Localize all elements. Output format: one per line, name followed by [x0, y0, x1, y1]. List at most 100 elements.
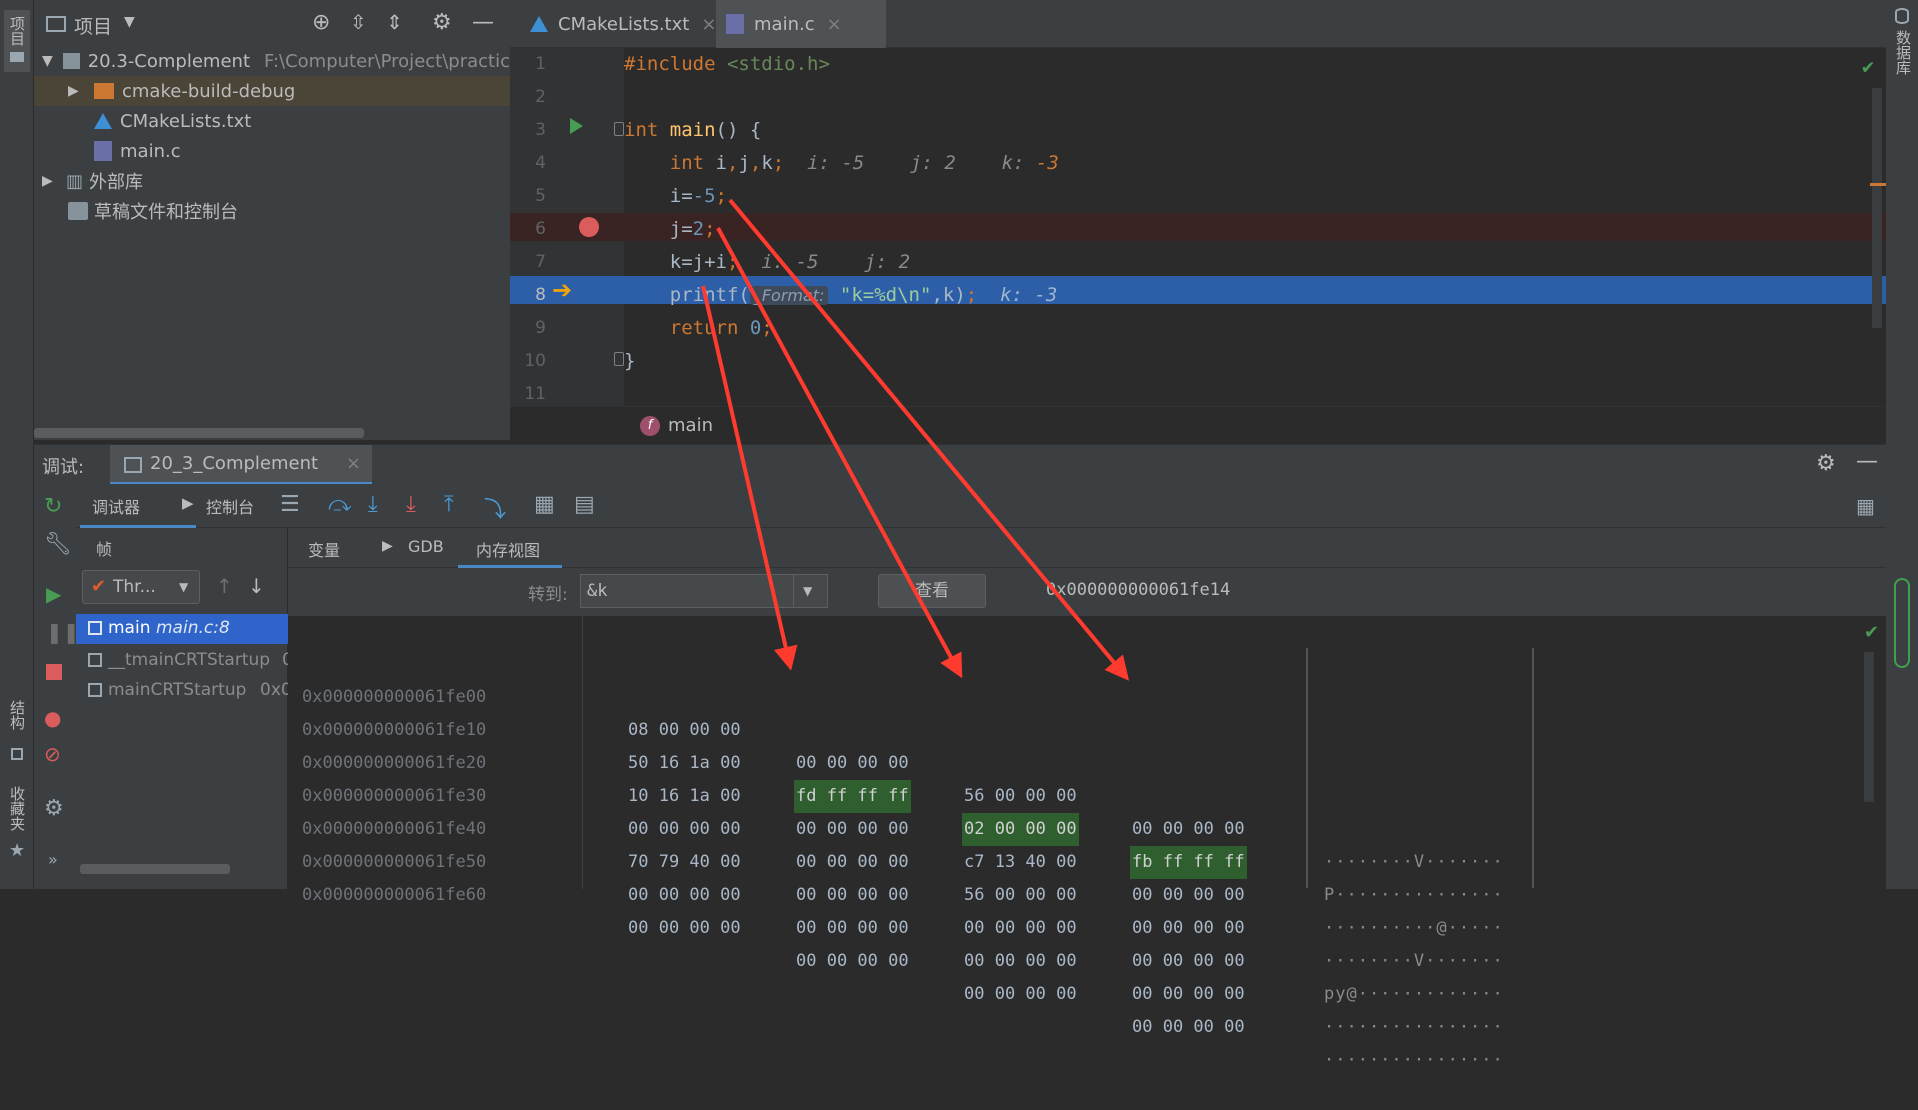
chevron-right-icon[interactable]: ▶	[68, 83, 86, 99]
rerun-icon[interactable]: ↻	[44, 494, 62, 519]
structure-tool-tab-label: 结构	[8, 700, 26, 730]
gear-icon[interactable]: ⚙	[432, 10, 452, 35]
memory-view[interactable]: ✔ 0x000000000061fe00 08 00 00 00 00 00 0…	[288, 616, 1879, 1070]
chevron-down-icon[interactable]: ▼	[124, 14, 135, 30]
resume-icon[interactable]: ▶	[46, 582, 61, 606]
breadcrumb-item[interactable]: main	[668, 415, 713, 436]
thread-selector[interactable]: ✔ Thr... ▼	[82, 570, 200, 604]
project-panel: 项目 ▼ ⊕ ⇳ ⇕ ⚙ — ▼ 20.3-Complement F:\Comp…	[34, 0, 510, 440]
minimize-icon[interactable]: —	[1856, 449, 1878, 474]
execution-arrow-icon: ➔	[552, 276, 573, 304]
memory-scroll-indicator[interactable]	[1894, 578, 1910, 668]
stop-icon[interactable]	[46, 664, 62, 680]
mute-breakpoints-icon[interactable]: ⊘	[44, 742, 61, 766]
layout-settings-icon[interactable]: ▦	[1856, 494, 1875, 518]
run-icon[interactable]	[570, 118, 583, 134]
chevron-down-icon[interactable]: ▼	[803, 584, 812, 598]
debug-session-tab[interactable]: 20_3_Complement ×	[110, 445, 372, 485]
pause-icon[interactable]: ❚❚	[46, 620, 80, 644]
arrow-up-icon[interactable]: ↑	[216, 574, 233, 598]
memory-row: 0x000000000061fe40 70 79 40 00 00 00 00 …	[288, 780, 1874, 1004]
chevron-right-icon[interactable]: ▶	[42, 173, 60, 189]
debug-actions: ↻ 🔧︎ ▶ ❚❚ ● ⊘ ⚙ »	[34, 484, 80, 889]
tab-label: main.c	[754, 13, 815, 35]
tab-variables[interactable]: 变量	[308, 537, 340, 561]
tree-item-cmakelists[interactable]: CMakeLists.txt	[34, 106, 510, 136]
debug-label: 调试:	[42, 457, 85, 478]
code-line-3: int main() {	[624, 119, 762, 141]
folder-icon	[63, 53, 80, 69]
tree-item-label: 20.3-Complement	[87, 50, 250, 72]
step-out-icon[interactable]: ⤒	[444, 492, 454, 517]
evaluate-icon[interactable]: ▦	[534, 492, 555, 517]
cmake-icon	[94, 113, 112, 129]
goto-input[interactable]: &k ▼	[580, 574, 828, 608]
scratch-icon	[68, 202, 88, 220]
tree-item-main-c[interactable]: main.c	[34, 136, 510, 166]
gear-icon[interactable]: ⚙	[1816, 451, 1836, 476]
collapse-all-icon[interactable]: ⇕	[386, 10, 403, 34]
frame-icon	[88, 683, 102, 697]
tree-item-external-libraries[interactable]: ▶ ▥ 外部库	[34, 166, 510, 196]
tab-cmakelists[interactable]: CMakeLists.txt ×	[520, 0, 732, 48]
line-number: 5	[535, 186, 546, 206]
force-step-into-icon[interactable]: ⤓	[406, 492, 416, 517]
favorites-tool-tab[interactable]: 收藏夹 ★	[4, 786, 30, 866]
code-line-1: #include <stdio.h>	[624, 53, 830, 75]
memory-bytes: 00 00 00 00	[628, 918, 741, 938]
database-tool-tab[interactable]: 数据库	[1890, 8, 1916, 98]
memory-bytes: 00 00 00 00	[796, 951, 909, 971]
tree-item-project-root[interactable]: ▼ 20.3-Complement F:\Computer\Project\pr…	[34, 46, 510, 76]
tab-memory-view[interactable]: 内存视图	[458, 528, 562, 568]
close-icon[interactable]: ×	[346, 453, 361, 474]
frame-item-tmaincrtstartup[interactable]: __tmainCRTStartup 0	[76, 646, 288, 676]
code-line-8: printf(_Format: "k=%d\n",k); k: -3	[669, 284, 1058, 306]
memory-row: 0x000000000061fe10 50 16 1a 00 fd ff ff …	[288, 681, 1874, 905]
c-file-icon	[94, 141, 112, 161]
project-tool-tab[interactable]: 项目	[4, 10, 30, 72]
structure-tool-tab[interactable]: 结构	[4, 700, 30, 770]
fold-icon[interactable]	[614, 352, 624, 366]
breakpoint-icon[interactable]	[579, 217, 599, 237]
tab-memory-view-label: 内存视图	[476, 541, 541, 560]
chevron-down-icon[interactable]: ▼	[42, 53, 57, 69]
tab-gdb[interactable]: GDB	[408, 537, 444, 556]
run-to-cursor-icon[interactable]: ⤵	[484, 492, 506, 524]
step-into-icon[interactable]: ⤓	[368, 492, 378, 517]
memory-bytes: 00 00 00 00	[628, 885, 741, 905]
tab-debugger[interactable]: 调试器	[80, 484, 196, 528]
folder-icon	[94, 83, 114, 99]
frame-item-maincrtstartup[interactable]: mainCRTStartup 0x0	[76, 676, 288, 706]
step-over-icon[interactable]: ⤼	[328, 492, 352, 517]
cmake-icon	[530, 16, 548, 32]
restore-layout-icon[interactable]: ▤	[574, 492, 595, 517]
close-icon[interactable]: ×	[827, 14, 842, 35]
more-icon[interactable]: »	[48, 850, 58, 869]
memory-toolbar: 转到: &k ▼ 查看 0x000000000061fe14	[288, 568, 1886, 616]
frame-item-main[interactable]: main main.c:8	[76, 614, 288, 644]
view-button[interactable]: 查看	[878, 574, 986, 608]
gear-icon[interactable]: ⚙	[44, 796, 64, 821]
project-panel-title[interactable]: 项目	[74, 12, 112, 39]
tab-main-c[interactable]: main.c ×	[716, 0, 886, 51]
horizontal-scrollbar[interactable]	[80, 864, 230, 874]
layout-icon[interactable]: ☰	[280, 492, 300, 517]
vertical-scrollbar[interactable]	[1872, 88, 1882, 328]
memory-bytes: 00 00 00 00	[1132, 918, 1245, 938]
locate-icon[interactable]: ⊕	[312, 10, 330, 35]
expand-all-icon[interactable]: ⇳	[350, 10, 367, 34]
frame-name: mainCRTStartup	[108, 680, 247, 700]
wrench-icon[interactable]: 🔧︎	[44, 532, 72, 557]
arrow-down-icon[interactable]: ↓	[248, 574, 265, 598]
horizontal-scrollbar[interactable]	[34, 428, 364, 438]
close-icon[interactable]: ×	[701, 14, 716, 35]
minimize-icon[interactable]: —	[472, 10, 494, 35]
memory-row: 0x000000000061fe00 08 00 00 00 00 00 00 …	[288, 648, 1874, 872]
fold-icon[interactable]	[614, 122, 624, 136]
tree-item-scratches[interactable]: 草稿文件和控制台	[34, 196, 510, 226]
tree-item-cmake-build-debug[interactable]: ▶ cmake-build-debug	[34, 76, 510, 106]
code-editor[interactable]: #include <stdio.h> int main() { int i,j,…	[624, 48, 1886, 406]
frame-icon	[88, 621, 102, 635]
tree-item-label: 草稿文件和控制台	[94, 202, 238, 223]
view-breakpoints-icon[interactable]: ●	[44, 706, 61, 730]
